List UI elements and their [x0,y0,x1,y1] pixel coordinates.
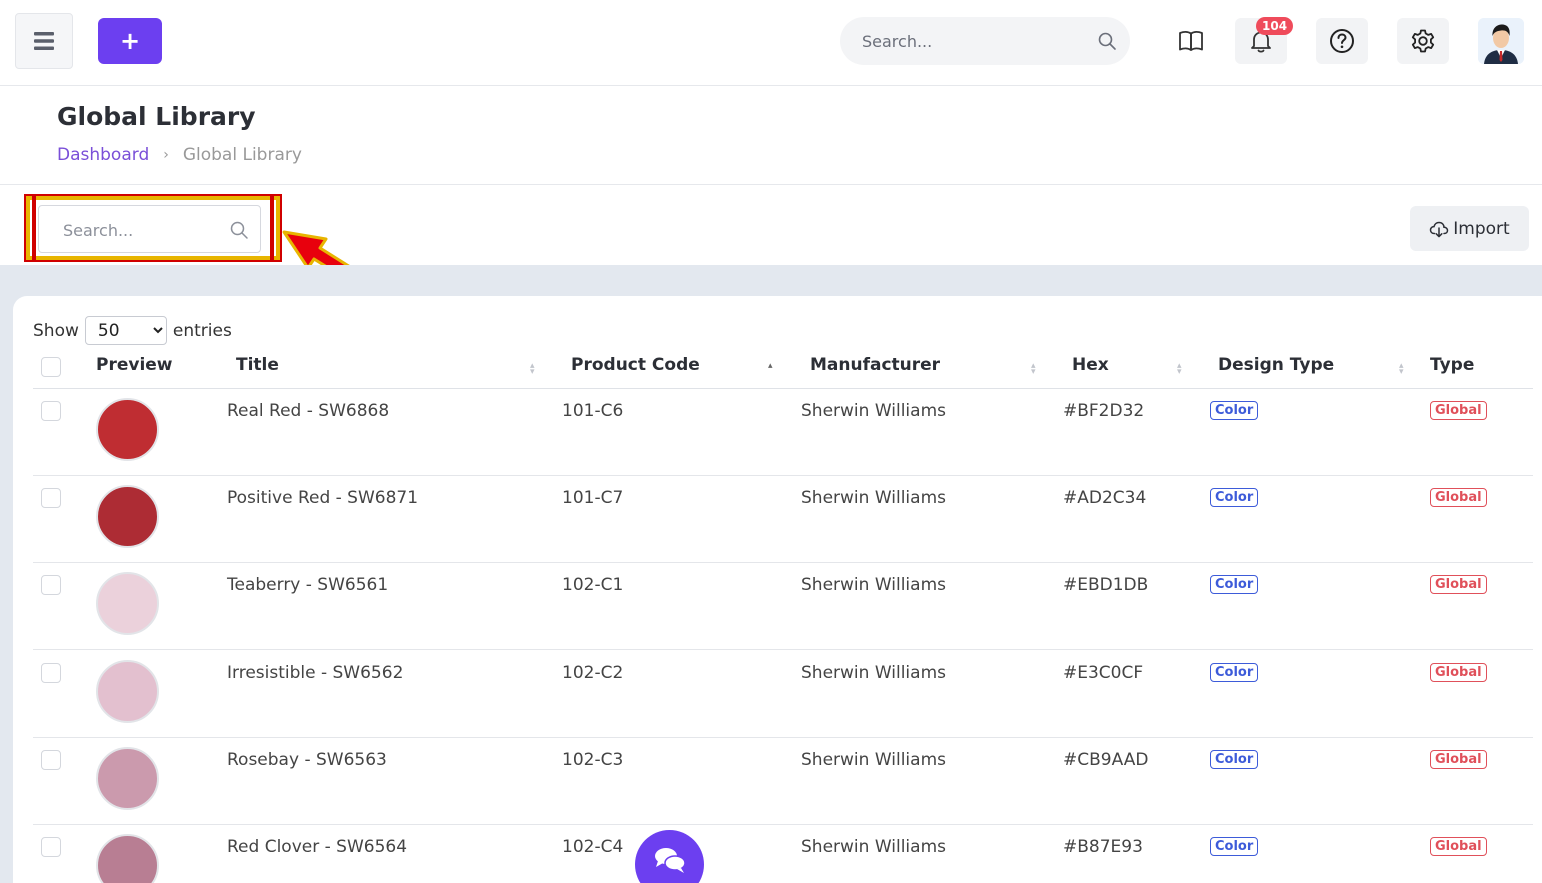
top-navbar: + 104 [0,0,1542,86]
row-product-code: 102-C1 [562,575,624,595]
type-badge: Global [1430,837,1487,856]
type-badge: Global [1430,401,1487,420]
row-checkbox[interactable] [41,837,61,857]
avatar-icon [1478,18,1524,64]
settings-button[interactable] [1397,18,1449,64]
design-type-badge: Color [1210,663,1259,682]
hamburger-menu-button[interactable] [15,13,73,69]
page-title: Global Library [57,102,256,131]
table-row[interactable]: Teaberry - SW6561 102-C1 Sherwin William… [33,563,1533,650]
row-checkbox[interactable] [41,488,61,508]
design-type-badge: Color [1210,488,1259,507]
sort-product-code-icon[interactable]: ▴ [768,362,773,371]
table-row[interactable]: Red Clover - SW6564 102-C4 Sherwin Willi… [33,825,1533,883]
row-title: Teaberry - SW6561 [227,575,389,595]
gear-icon [1411,29,1435,53]
row-product-code: 102-C4 [562,837,624,857]
design-type-badge: Color [1210,750,1259,769]
entries-select[interactable]: 50 [84,316,167,345]
import-button-label: Import [1453,218,1510,239]
sort-manufacturer-icon[interactable]: ▴ ▾ [1031,362,1036,377]
column-header-preview: Preview [96,355,173,375]
row-hex: #EBD1DB [1063,575,1149,595]
select-all-checkbox[interactable] [41,357,61,377]
entries-length-control: Show 50 entries [33,316,232,345]
entries-label: entries [172,320,232,341]
annotation-highlight-box [24,194,282,262]
design-type-badge: Color [1210,401,1259,420]
sort-hex-icon[interactable]: ▴ ▾ [1177,362,1182,377]
global-search-box [840,17,1130,65]
row-title: Rosebay - SW6563 [227,750,387,770]
column-header-type[interactable]: Type [1430,355,1474,375]
search-icon[interactable] [1097,31,1117,51]
help-button[interactable] [1316,18,1368,64]
table-row[interactable]: Irresistible - SW6562 102-C2 Sherwin Wil… [33,651,1533,738]
row-product-code: 101-C6 [562,401,624,421]
column-header-design-type[interactable]: Design Type [1218,355,1334,375]
type-badge: Global [1430,575,1487,594]
heading-divider [0,184,1542,185]
row-title: Real Red - SW6868 [227,401,390,421]
row-hex: #AD2C34 [1063,488,1147,508]
breadcrumb-separator: › [163,147,169,163]
column-header-title[interactable]: Title [236,355,279,375]
color-swatch [96,398,159,461]
row-manufacturer: Sherwin Williams [801,401,946,421]
notification-count-badge: 104 [1256,17,1294,35]
row-product-code: 101-C7 [562,488,624,508]
breadcrumb: Dashboard › Global Library [57,145,302,165]
type-badge: Global [1430,750,1487,769]
row-checkbox[interactable] [41,575,61,595]
sort-title-icon[interactable]: ▴ ▾ [530,362,535,377]
row-title: Red Clover - SW6564 [227,837,408,857]
row-manufacturer: Sherwin Williams [801,663,946,683]
breadcrumb-dashboard-link[interactable]: Dashboard [57,145,149,165]
row-checkbox[interactable] [41,663,61,683]
row-manufacturer: Sherwin Williams [801,837,946,857]
table-row[interactable]: Rosebay - SW6563 102-C3 Sherwin Williams… [33,738,1533,825]
row-manufacturer: Sherwin Williams [801,488,946,508]
color-swatch [96,834,159,883]
row-product-code: 102-C3 [562,750,624,770]
row-manufacturer: Sherwin Williams [801,575,946,595]
user-avatar[interactable] [1478,18,1524,64]
add-new-button[interactable]: + [98,18,162,64]
row-checkbox[interactable] [41,401,61,421]
sort-design-type-icon[interactable]: ▴ ▾ [1399,362,1404,377]
design-type-badge: Color [1210,575,1259,594]
color-swatch [96,485,159,548]
type-badge: Global [1430,488,1487,507]
design-type-badge: Color [1210,837,1259,856]
row-manufacturer: Sherwin Williams [801,750,946,770]
column-header-hex[interactable]: Hex [1072,355,1109,375]
row-hex: #E3C0CF [1063,663,1144,683]
row-product-code: 102-C2 [562,663,624,683]
column-header-product-code[interactable]: Product Code [571,355,700,375]
type-badge: Global [1430,663,1487,682]
column-header-manufacturer[interactable]: Manufacturer [810,355,940,375]
docs-button[interactable] [1165,18,1217,64]
global-search-input[interactable] [862,29,1082,53]
help-circle-icon [1330,29,1354,53]
color-swatch [96,660,159,723]
row-hex: #BF2D32 [1063,401,1145,421]
cloud-download-icon [1430,221,1449,237]
menu-icon [34,32,54,50]
row-checkbox[interactable] [41,750,61,770]
import-button[interactable]: Import [1410,206,1529,251]
row-title: Positive Red - SW6871 [227,488,419,508]
book-icon [1179,31,1203,51]
color-swatch [96,572,159,635]
table-row[interactable]: Real Red - SW6868 101-C6 Sherwin William… [33,389,1533,476]
row-hex: #CB9AAD [1063,750,1149,770]
breadcrumb-current: Global Library [182,145,302,165]
color-swatch [96,747,159,810]
row-title: Irresistible - SW6562 [227,663,404,683]
chat-bubbles-icon [654,847,686,873]
table-header: Preview Title ▴ ▾ Product Code ▴ Manufact… [33,345,1533,389]
row-hex: #B87E93 [1063,837,1143,857]
table-row[interactable]: Positive Red - SW6871 101-C7 Sherwin Wil… [33,476,1533,563]
show-label: Show [33,320,79,341]
